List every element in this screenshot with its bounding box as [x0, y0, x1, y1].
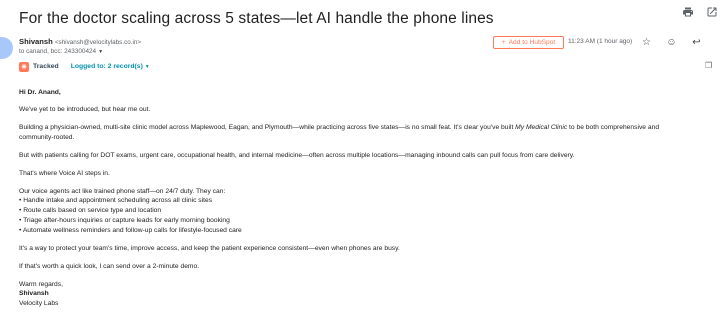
copy-icon[interactable]: ❐ — [705, 61, 714, 71]
body-paragraph: We've yet to be introduced, but hear me … — [19, 106, 151, 113]
clinic-name: My Medical Clinic — [515, 124, 568, 131]
tracking-bar: ✳ Tracked Logged to: 2 record(s) ▼ — [19, 60, 150, 73]
body-paragraph: Our voice agents act like trained phone … — [19, 188, 226, 195]
plus-icon: + — [501, 39, 506, 46]
hubspot-logo-icon: ✳ — [19, 61, 29, 72]
body-paragraph: But with patients calling for DOT exams,… — [19, 152, 575, 159]
email-subject: For the doctor scaling across 5 states—l… — [19, 10, 494, 27]
recipients[interactable]: to canand, bcc: 243300424 ▼ — [19, 48, 103, 55]
signature-company: Velocity Labs — [19, 300, 59, 307]
body-paragraph: It's a way to protect your team's time, … — [19, 245, 400, 252]
bullet-item: • Automate wellness reminders and follow… — [19, 227, 242, 234]
star-icon[interactable]: ☆ — [640, 36, 653, 48]
emoji-icon[interactable]: ☺ — [665, 36, 678, 48]
recipients-text: to canand, bcc: 243300424 — [19, 48, 97, 55]
logged-to-dropdown[interactable]: Logged to: 2 record(s) ▼ — [71, 63, 150, 70]
body-paragraph: Building a physician-owned, multi-site c… — [19, 124, 660, 131]
body-paragraph: If that's worth a quick look, I can send… — [19, 263, 200, 270]
body-paragraph: That's where Voice AI steps in. — [19, 170, 110, 177]
bullet-item: • Route calls based on service type and … — [19, 207, 162, 214]
sender-name[interactable]: Shivansh — [19, 37, 53, 46]
timestamp: 11:23 AM (1 hour ago) — [568, 38, 633, 45]
open-in-new-icon[interactable] — [706, 5, 718, 19]
greeting: Hi Dr. Anand, — [19, 89, 61, 96]
top-actions — [682, 5, 718, 19]
subject-row: For the doctor scaling across 5 states—l… — [19, 6, 714, 32]
bullet-item: • Handle intake and appointment scheduli… — [19, 197, 213, 204]
add-to-hubspot-label: Add to HubSpot — [508, 39, 556, 46]
sender-email: <shivansh@velocitylabs.co.in> — [54, 39, 142, 46]
chevron-down-icon: ▼ — [144, 64, 150, 70]
tracked-label: Tracked — [33, 63, 59, 70]
chevron-down-icon[interactable]: ▼ — [98, 49, 103, 55]
reply-icon[interactable]: ↩ — [690, 36, 703, 48]
more-vert-icon[interactable]: ⋮ — [715, 36, 720, 48]
bullet-item: • Triage after-hours inquiries or captur… — [19, 217, 230, 224]
signature-name: Shivansh — [19, 290, 49, 297]
signoff: Warm regards, — [19, 281, 63, 288]
print-icon[interactable] — [682, 5, 694, 19]
sender: Shivansh <shivansh@velocitylabs.co.in> — [19, 37, 141, 48]
header-actions: ☆ ☺ ↩ ⋮ — [640, 36, 720, 48]
avatar[interactable] — [0, 37, 13, 59]
body-paragraph: community-rooted. — [19, 134, 75, 141]
logged-to-text: Logged to: 2 record(s) — [70, 63, 143, 70]
add-to-hubspot-button[interactable]: + Add to HubSpot — [493, 36, 564, 49]
